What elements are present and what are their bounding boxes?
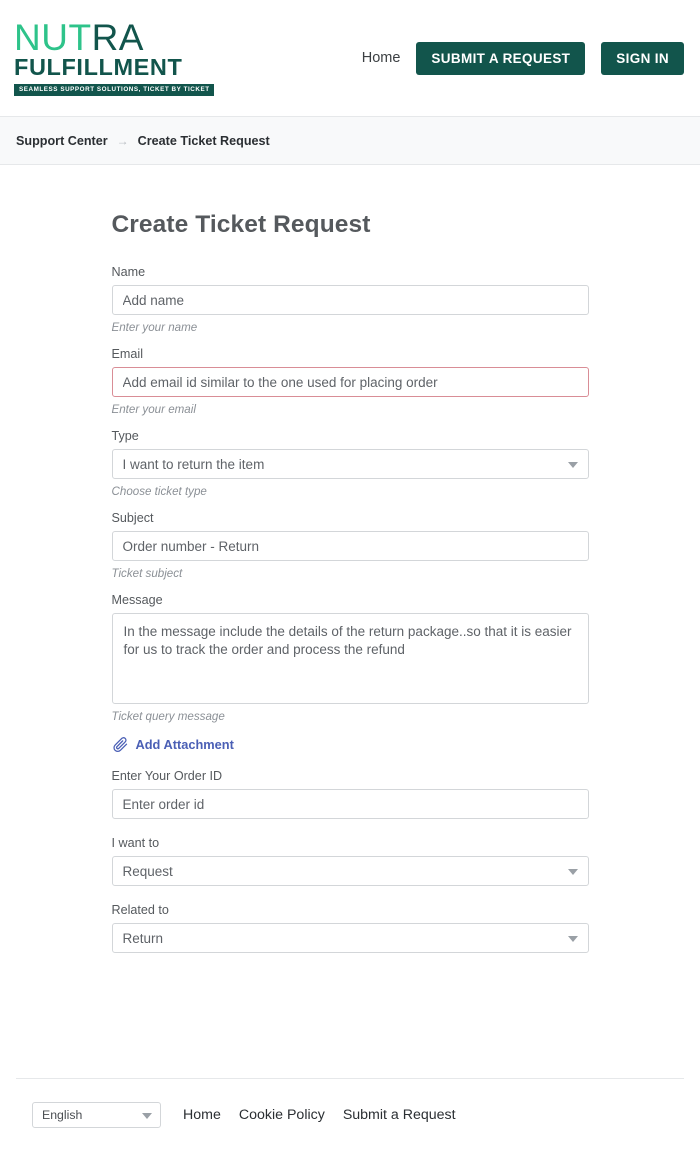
breadcrumb-link-support-center[interactable]: Support Center xyxy=(16,134,108,148)
submit-request-button[interactable]: SUBMIT A REQUEST xyxy=(416,41,586,75)
language-select[interactable]: English xyxy=(32,1102,161,1128)
breadcrumb-current-page: Create Ticket Request xyxy=(137,133,270,148)
main-content: Create Ticket Request Name Enter your na… xyxy=(0,165,700,953)
related-to-select-wrap: Return xyxy=(111,923,589,953)
breadcrumb: Support Center → Create Ticket Request xyxy=(0,116,700,165)
label-name: Name xyxy=(111,265,146,279)
logo-text-nu: NU xyxy=(14,16,69,58)
breadcrumb-arrow-icon: → xyxy=(116,133,129,148)
helper-email: Enter your email xyxy=(111,403,196,416)
related-to-select[interactable]: Return xyxy=(111,923,589,953)
footer-links: Home Cookie Policy Submit a Request xyxy=(183,1107,456,1123)
label-order-id: Enter Your Order ID xyxy=(111,769,223,783)
label-related-to: Related to xyxy=(111,903,169,917)
page-title: Create Ticket Request xyxy=(111,211,371,238)
helper-message: Ticket query message xyxy=(111,710,225,723)
footer-link-cookie-policy[interactable]: Cookie Policy xyxy=(239,1107,325,1123)
site-header: NUTRA FULFILLMENT SEAMLESS SUPPORT SOLUT… xyxy=(0,0,700,116)
helper-subject: Ticket subject xyxy=(111,567,183,580)
field-subject: Subject Ticket subject xyxy=(111,511,589,580)
helper-name: Enter your name xyxy=(111,321,198,334)
field-email: Email Enter your email xyxy=(111,347,589,416)
logo-wordmark-top: NUTRA xyxy=(14,16,194,58)
logo-text-ra: RA xyxy=(91,16,144,58)
header-nav: Home SUBMIT A REQUEST SIGN IN xyxy=(362,41,684,75)
logo-tagline-badge: SEAMLESS SUPPORT SOLUTIONS, TICKET BY TI… xyxy=(14,84,214,97)
field-message: Message Ticket query message xyxy=(111,593,589,723)
language-select-wrap: English xyxy=(32,1102,161,1128)
label-email: Email xyxy=(111,347,144,361)
nav-link-home[interactable]: Home xyxy=(362,50,401,66)
logo-text-t: T xyxy=(68,16,92,58)
label-i-want-to: I want to xyxy=(111,836,160,850)
logo-wordmark-bottom: FULFILLMENT xyxy=(14,53,183,80)
label-subject: Subject xyxy=(111,511,154,525)
field-type: Type I want to return the item Choose ti… xyxy=(111,429,589,498)
site-footer: English Home Cookie Policy Submit a Requ… xyxy=(16,1078,684,1151)
paperclip-icon xyxy=(112,737,127,753)
helper-type: Choose ticket type xyxy=(111,485,207,498)
type-select[interactable]: I want to return the item xyxy=(111,449,589,479)
label-message: Message xyxy=(111,593,163,607)
subject-input[interactable] xyxy=(111,531,589,561)
label-type: Type xyxy=(111,429,139,443)
type-select-wrap: I want to return the item xyxy=(111,449,589,479)
footer-link-home[interactable]: Home xyxy=(183,1107,221,1123)
field-order-id: Enter Your Order ID xyxy=(111,769,589,819)
brand-logo[interactable]: NUTRA FULFILLMENT SEAMLESS SUPPORT SOLUT… xyxy=(14,16,214,97)
field-i-want-to: I want to Request xyxy=(111,836,589,886)
message-textarea[interactable] xyxy=(111,613,589,704)
add-attachment-label: Add Attachment xyxy=(135,737,234,752)
i-want-to-select-wrap: Request xyxy=(111,856,589,886)
add-attachment-button[interactable]: Add Attachment xyxy=(112,736,234,753)
email-input[interactable] xyxy=(111,367,589,397)
footer-link-submit-request[interactable]: Submit a Request xyxy=(343,1107,456,1123)
field-name: Name Enter your name xyxy=(111,265,589,334)
sign-in-button[interactable]: SIGN IN xyxy=(601,41,684,75)
i-want-to-select[interactable]: Request xyxy=(111,856,589,886)
field-related-to: Related to Return xyxy=(111,903,589,953)
name-input[interactable] xyxy=(111,285,589,315)
create-ticket-form: Create Ticket Request Name Enter your na… xyxy=(111,165,589,953)
order-id-input[interactable] xyxy=(111,789,589,819)
